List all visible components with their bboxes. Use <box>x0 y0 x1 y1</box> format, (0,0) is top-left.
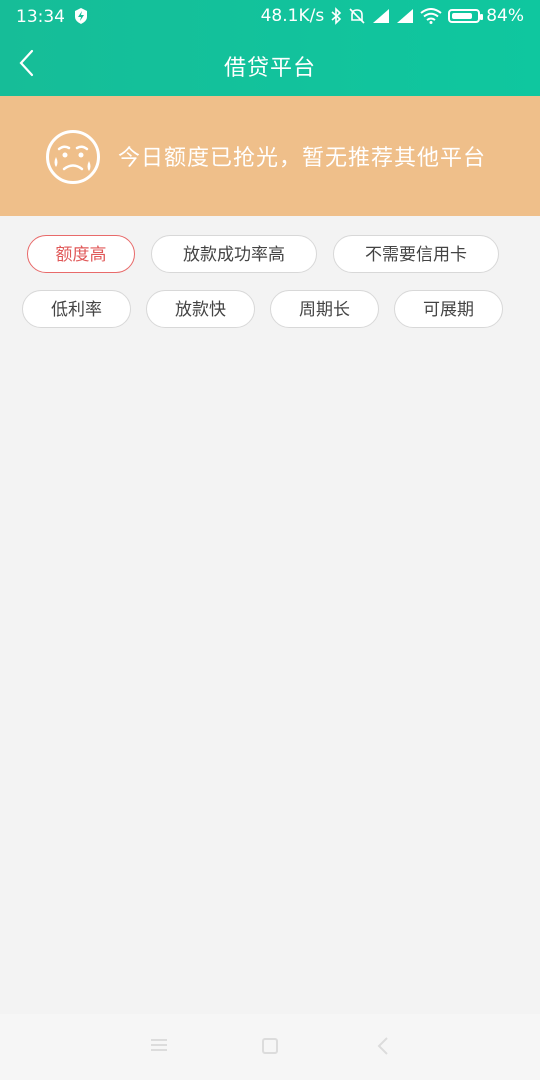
tag-extendable[interactable]: 可展期 <box>394 290 503 328</box>
home-icon[interactable] <box>260 1036 280 1060</box>
tag-low-interest[interactable]: 低利率 <box>22 290 131 328</box>
net-speed: 48.1K/s <box>260 6 325 26</box>
header: 借贷平台 <box>0 34 540 96</box>
battery-fill <box>452 13 473 19</box>
signal-icon <box>372 8 390 24</box>
back-icon[interactable] <box>376 1036 390 1060</box>
wifi-icon <box>420 8 442 24</box>
status-time: 13:34 <box>16 7 65 27</box>
tag-long-term[interactable]: 周期长 <box>270 290 379 328</box>
battery-percent: 84% <box>486 6 524 26</box>
bluetooth-icon <box>330 7 342 25</box>
battery-icon <box>448 9 484 23</box>
tag-no-credit-card[interactable]: 不需要信用卡 <box>333 235 499 273</box>
charging-bolt-icon <box>74 8 88 24</box>
tag-high-limit[interactable]: 额度高 <box>27 235 135 273</box>
notice-message: 今日额度已抢光，暂无推荐其他平台 <box>118 146 487 171</box>
status-bar: 13:34 48.1K/s 84% <box>0 0 540 34</box>
notice-banner: 今日额度已抢光，暂无推荐其他平台 <box>0 96 540 216</box>
tag-high-approval-rate[interactable]: 放款成功率高 <box>151 235 317 273</box>
tag-fast-loan[interactable]: 放款快 <box>146 290 255 328</box>
signal-icon-2 <box>396 8 414 24</box>
mute-bell-icon <box>348 7 366 25</box>
menu-icon[interactable] <box>150 1036 168 1058</box>
page-title: 借贷平台 <box>223 56 316 81</box>
crying-face-icon <box>45 129 101 185</box>
status-indicators: 48.1K/s 84% <box>261 6 524 26</box>
system-nav-bar <box>0 1014 540 1080</box>
